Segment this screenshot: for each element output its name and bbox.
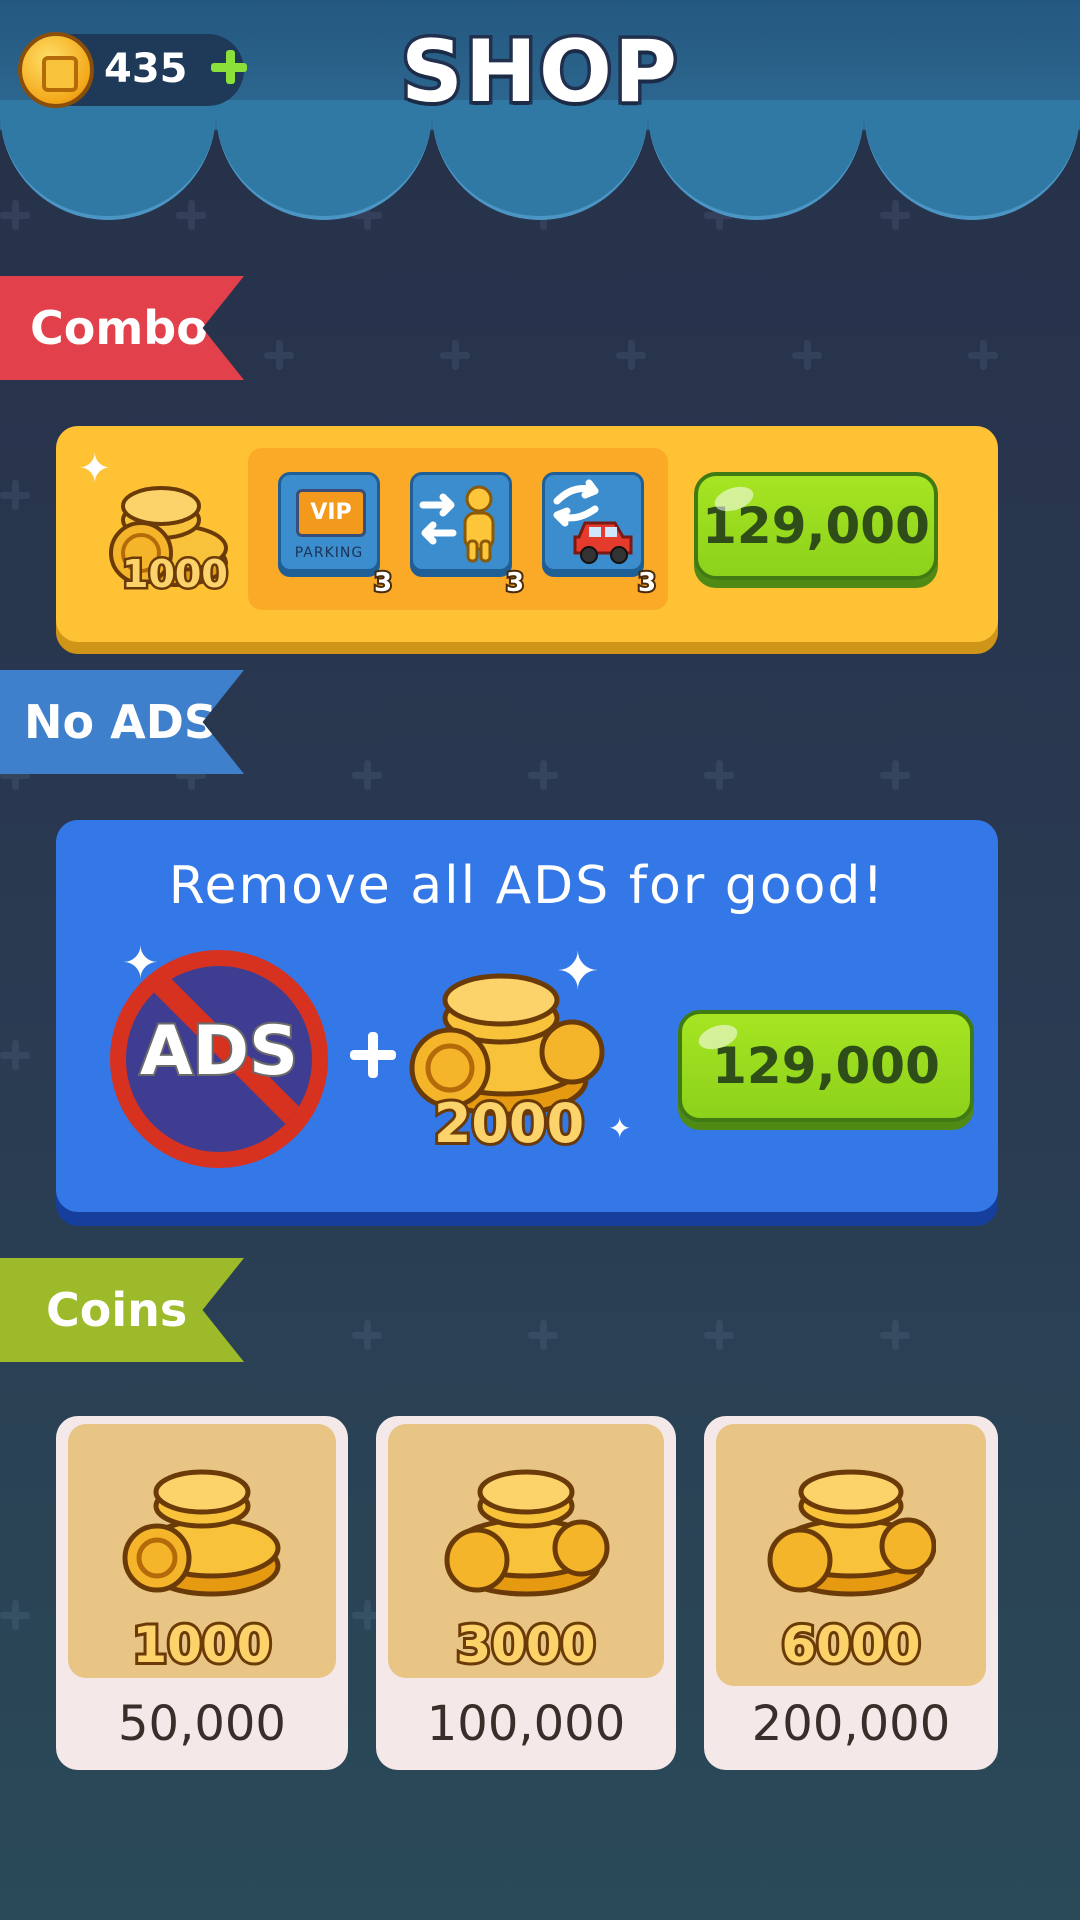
noads-offer-card[interactable]: Remove all ADS for good! ✦ ADS ✦ ✦ 2000 … <box>56 820 998 1212</box>
background-plus-mark <box>0 1040 30 1070</box>
combo-offer-card[interactable]: ✦ 1000 VIP PARKING 3 3 3 129,000 <box>56 426 998 642</box>
background-plus-mark <box>792 340 822 370</box>
background-plus-mark <box>616 340 646 370</box>
coin-pack-art: 3000 <box>388 1424 664 1678</box>
background-plus-mark <box>0 480 30 510</box>
coin-pack-art: 1000 <box>68 1424 336 1678</box>
vip-parking-label: PARKING <box>294 545 364 561</box>
background-plus-mark <box>968 340 998 370</box>
coin-pack-3000[interactable]: 3000 100,000 <box>376 1416 676 1770</box>
coin-pack-amount: 1000 <box>129 1613 274 1677</box>
background-plus-mark <box>880 1320 910 1350</box>
item-quantity: 3 <box>504 566 526 600</box>
background-plus-mark <box>264 340 294 370</box>
no-ads-icon: ADS <box>110 950 328 1168</box>
coin-pack-6000[interactable]: 6000 200,000 <box>704 1416 998 1770</box>
swap-person-item <box>410 472 512 572</box>
noads-buy-button[interactable]: 129,000 <box>678 1010 974 1122</box>
sparkle-icon: ✦ <box>556 942 600 1002</box>
coin-pack-art: 6000 <box>716 1424 986 1686</box>
coin-stack-icon <box>122 1469 281 1597</box>
background-plus-mark <box>352 1320 382 1350</box>
coin-pack-price[interactable]: 200,000 <box>704 1696 998 1752</box>
coin-balance-pill[interactable]: 435 <box>18 32 247 108</box>
coin-pack-price[interactable]: 100,000 <box>376 1696 676 1752</box>
background-plus-mark <box>704 1320 734 1350</box>
sparkle-icon: ✦ <box>608 1112 632 1145</box>
coin-pack-amount: 3000 <box>453 1613 598 1677</box>
coin-stack-icon <box>444 1469 610 1597</box>
item-quantity: 3 <box>372 566 394 600</box>
background-plus-mark <box>704 760 734 790</box>
background-plus-mark <box>440 340 470 370</box>
noads-coin-amount: 2000 <box>431 1089 587 1158</box>
no-ads-label: ADS <box>138 1010 300 1093</box>
swap-car-icon <box>553 479 633 564</box>
item-quantity: 3 <box>636 566 658 600</box>
coin-pack-price[interactable]: 50,000 <box>56 1696 348 1752</box>
background-plus-mark <box>0 1600 30 1630</box>
add-coins-button[interactable] <box>211 48 248 84</box>
background-plus-mark <box>528 760 558 790</box>
coin-pack-amount: 6000 <box>778 1613 923 1677</box>
vip-badge: VIP <box>296 489 366 537</box>
background-plus-mark <box>528 1320 558 1350</box>
coin-pack-1000[interactable]: 1000 50,000 <box>56 1416 348 1770</box>
header-scallops <box>0 100 1080 230</box>
background-plus-mark <box>880 760 910 790</box>
combo-coin-amount: 1000 <box>120 550 231 599</box>
coin-stack-icon <box>767 1469 936 1597</box>
background-plus-mark <box>352 760 382 790</box>
vip-parking-item: VIP PARKING <box>278 472 380 572</box>
swap-car-item <box>542 472 644 572</box>
noads-headline: Remove all ADS for good! <box>168 856 886 916</box>
plus-icon <box>350 1032 396 1078</box>
combo-items-panel: VIP PARKING 3 3 3 <box>248 448 668 610</box>
coin-icon <box>18 32 94 108</box>
coin-balance: 435 <box>104 46 188 92</box>
swap-person-icon <box>419 485 495 563</box>
combo-buy-button[interactable]: 129,000 <box>694 472 938 580</box>
